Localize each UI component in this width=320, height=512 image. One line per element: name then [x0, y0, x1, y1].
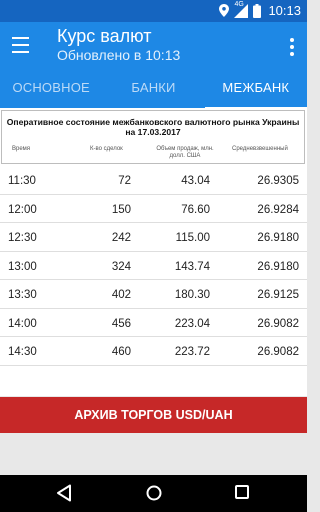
- status-bar: 4G 10:13: [0, 0, 307, 22]
- rate-table: 11:30 72 43.04 26.9305 12:00 150 76.60 2…: [0, 166, 307, 366]
- table-row: 11:30 72 43.04 26.9305: [0, 166, 307, 195]
- cell-time: 11:30: [8, 175, 36, 187]
- cell-time: 12:30: [8, 232, 37, 244]
- cell-volume: 115.00: [175, 232, 210, 244]
- cell-volume: 143.74: [174, 260, 210, 273]
- battery-icon: [253, 3, 262, 18]
- table-row: 12:30 242 115.00 26.9180: [0, 223, 307, 252]
- cell-rate: 26.9180: [257, 232, 299, 244]
- table-row: 12:00 150 76.60 26.9284: [0, 195, 307, 223]
- more-vert-icon[interactable]: [287, 36, 297, 60]
- cell-volume: 76.60: [181, 203, 210, 216]
- cell-volume: 223.04: [174, 317, 210, 330]
- interbank-panel: Оперативное состояние межбанковского вал…: [0, 108, 307, 396]
- cell-time: 14:00: [8, 317, 37, 330]
- cell-time: 13:30: [8, 289, 37, 301]
- status-icons: 4G 10:13: [219, 1, 301, 18]
- cell-time: 13:00: [8, 260, 37, 273]
- tab-main[interactable]: ОСНОВНОЕ: [0, 76, 102, 108]
- cell-time: 12:00: [8, 203, 37, 216]
- table-row: 13:00 324 143.74 26.9180: [0, 252, 307, 280]
- cell-volume: 43.04: [181, 175, 210, 187]
- app-bar: Курс валют Обновлено в 10:13: [0, 22, 307, 76]
- cell-rate: 26.9284: [257, 203, 299, 216]
- status-time: 10:13: [268, 3, 301, 18]
- cell-deals: 324: [111, 260, 131, 273]
- cell-volume: 223.72: [174, 346, 210, 358]
- back-icon[interactable]: [56, 484, 72, 502]
- cell-deals: 150: [111, 203, 131, 216]
- recents-icon[interactable]: [235, 485, 249, 499]
- cell-rate: 26.9125: [257, 289, 299, 301]
- column-header-deals: К-во сделок: [90, 146, 123, 152]
- update-time: Обновлено в 10:13: [57, 47, 181, 63]
- cell-deals: 242: [111, 232, 131, 244]
- cell-deals: 72: [118, 175, 131, 187]
- app-title: Курс валют: [57, 26, 152, 46]
- column-header-rate: Средневзвешенный: [232, 146, 288, 152]
- signal-icon: 4G: [234, 1, 249, 18]
- cell-rate: 26.9180: [257, 260, 299, 273]
- table-title: Оперативное состояние межбанковского вал…: [6, 117, 300, 137]
- table-header-card: Оперативное состояние межбанковского вал…: [1, 110, 305, 164]
- cell-deals: 456: [111, 317, 131, 330]
- cell-rate: 26.9082: [257, 346, 299, 358]
- cell-time: 14:30: [8, 346, 37, 358]
- tab-bar: ОСНОВНОЕ БАНКИ МЕЖБАНК: [0, 76, 308, 110]
- home-icon[interactable]: [145, 484, 163, 502]
- table-row: 13:30 402 180.30 26.9125: [0, 280, 307, 309]
- cell-deals: 460: [111, 346, 131, 358]
- menu-icon[interactable]: [12, 37, 32, 57]
- column-header-time: Время: [12, 146, 31, 152]
- cell-rate: 26.9082: [257, 317, 299, 330]
- archive-button[interactable]: АРХИВ ТОРГОВ USD/UAH: [0, 397, 307, 433]
- column-header-volume: Объем продаж, млн. долл. США: [156, 146, 214, 159]
- table-row: 14:30 460 223.72 26.9082: [0, 337, 307, 366]
- tab-interbank[interactable]: МЕЖБАНК: [204, 76, 308, 110]
- cell-rate: 26.9305: [257, 175, 299, 187]
- cell-volume: 180.30: [174, 289, 210, 301]
- table-row: 14:00 456 223.04 26.9082: [0, 309, 307, 337]
- system-nav-bar: [0, 475, 307, 512]
- cell-deals: 402: [111, 289, 131, 301]
- location-icon: [219, 4, 230, 17]
- tab-banks[interactable]: БАНКИ: [102, 76, 204, 108]
